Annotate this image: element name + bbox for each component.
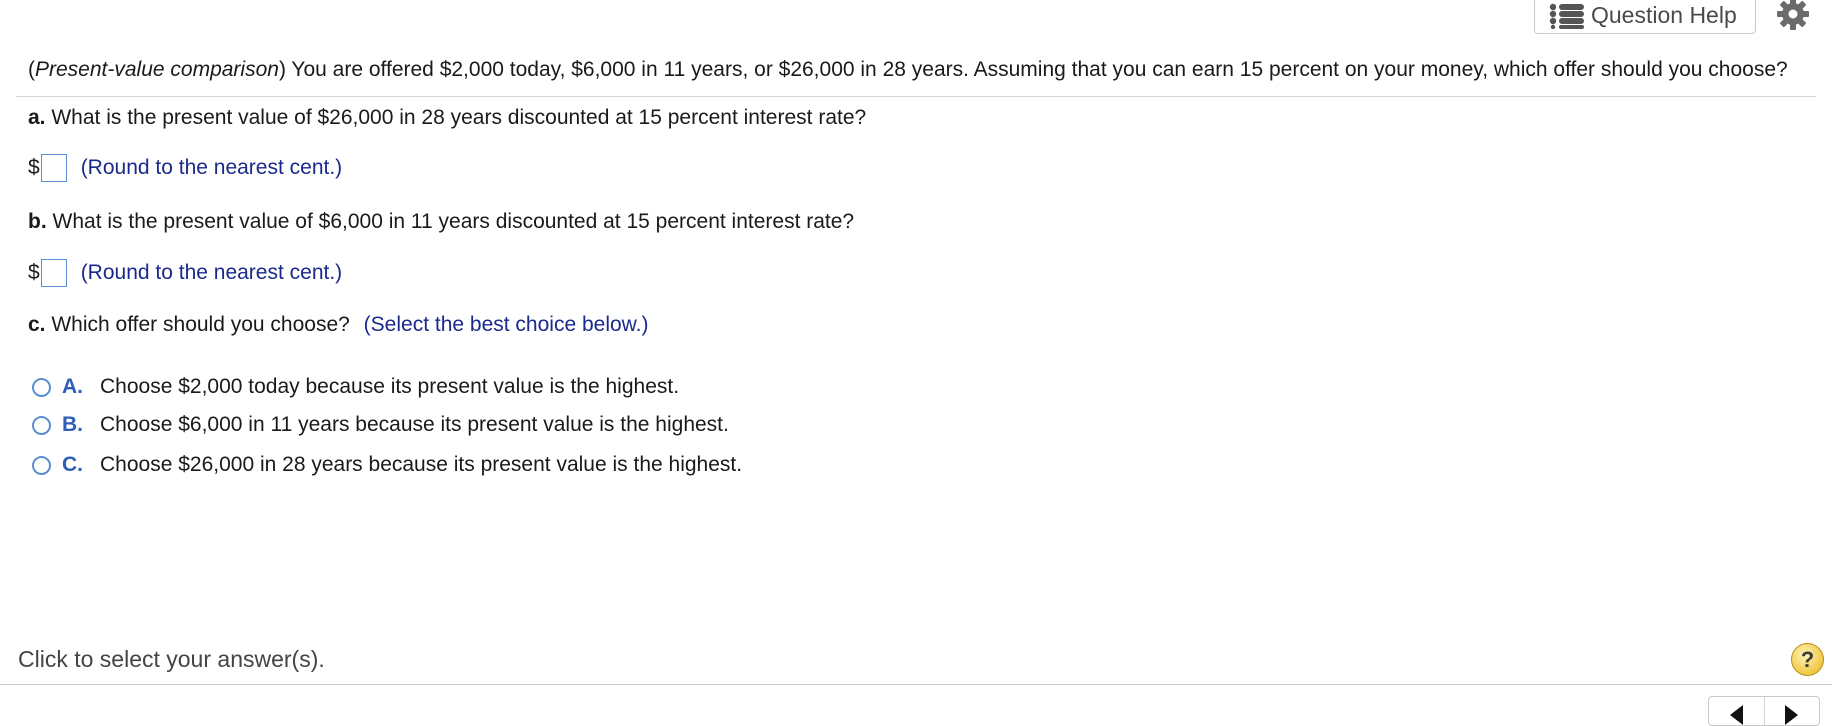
part-b-round-note: (Round to the nearest cent.) <box>80 261 343 284</box>
choice-c-radio[interactable] <box>32 455 51 475</box>
question-stem: (Present-value comparison) You are offer… <box>28 57 1788 83</box>
part-b-question: b. What is the present value of $6,000 i… <box>28 209 854 235</box>
part-c-label: c. <box>28 313 46 336</box>
stem-text: ) You are offered $2,000 today, $6,000 i… <box>278 58 1788 81</box>
part-b-currency: $ <box>28 261 40 284</box>
part-b-answer-input[interactable] <box>40 259 67 287</box>
help-icon[interactable]: ? <box>1791 643 1824 676</box>
arrow-right-icon <box>1785 705 1799 725</box>
part-c-question: c. Which offer should you choose? (Selec… <box>28 312 649 338</box>
choice-b[interactable]: B. Choose $6,000 in 11 years because its… <box>32 410 729 440</box>
question-nav <box>1708 696 1820 726</box>
part-a-label: a. <box>28 106 46 129</box>
part-a-round-note: (Round to the nearest cent.) <box>80 156 343 179</box>
footer-divider <box>0 684 1832 685</box>
choice-a-text: Choose $2,000 today because its present … <box>100 375 680 398</box>
choice-a-letter: A. <box>62 375 83 398</box>
part-a-currency: $ <box>28 156 40 179</box>
part-c-instruction: (Select the best choice below.) <box>363 313 649 336</box>
choice-b-letter: B. <box>62 413 83 436</box>
list-icon <box>1549 3 1584 29</box>
choice-a[interactable]: A. Choose $2,000 today because its prese… <box>32 372 679 402</box>
question-divider <box>16 96 1816 97</box>
part-a-answer-input[interactable] <box>40 154 67 182</box>
stem-topic: Present-value comparison <box>35 58 279 81</box>
gear-icon[interactable] <box>1775 0 1811 32</box>
stem-open-paren: ( <box>28 58 35 81</box>
arrow-left-icon <box>1729 705 1743 725</box>
choice-b-radio[interactable] <box>32 415 51 435</box>
previous-question-button[interactable] <box>1709 697 1764 725</box>
part-b-text: What is the present value of $6,000 in 1… <box>52 210 855 233</box>
part-a-answer-row: $ (Round to the nearest cent.) <box>28 151 342 185</box>
choice-c[interactable]: C. Choose $26,000 in 28 years because it… <box>32 450 742 480</box>
choice-c-letter: C. <box>62 453 83 476</box>
question-help-button[interactable]: Question Help <box>1534 0 1756 34</box>
status-text: Click to select your answer(s). <box>18 646 325 672</box>
part-a-text: What is the present value of $26,000 in … <box>51 106 867 129</box>
choice-b-text: Choose $6,000 in 11 years because its pr… <box>100 413 729 436</box>
next-question-button[interactable] <box>1763 697 1820 725</box>
choice-c-text: Choose $26,000 in 28 years because its p… <box>100 453 743 476</box>
part-b-label: b. <box>28 210 47 233</box>
question-help-label: Question Help <box>1591 2 1737 28</box>
part-a-question: a. What is the present value of $26,000 … <box>28 105 866 131</box>
choice-a-radio[interactable] <box>32 377 51 397</box>
part-b-answer-row: $ (Round to the nearest cent.) <box>28 256 342 290</box>
part-c-text: Which offer should you choose? <box>51 313 350 336</box>
